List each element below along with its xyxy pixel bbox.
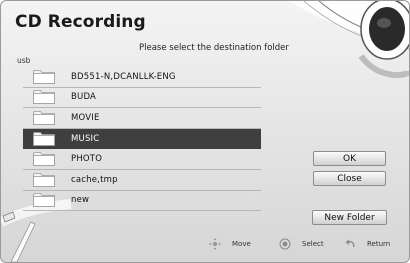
- hint-select-label: Select: [302, 240, 324, 248]
- hint-return-label: Return: [367, 240, 391, 248]
- current-path: usb: [17, 56, 31, 65]
- new-folder-button[interactable]: New Folder: [312, 210, 387, 225]
- enter-icon: [279, 238, 291, 250]
- folder-row-selected[interactable]: MUSIC: [23, 128, 261, 150]
- folder-icon: [33, 90, 55, 105]
- folder-icon: [33, 69, 55, 84]
- folder-icon: [33, 111, 55, 125]
- return-icon: [344, 238, 356, 250]
- folder-row[interactable]: cache,tmp: [23, 170, 261, 191]
- folder-icon: [33, 172, 55, 187]
- hint-select: Select: [279, 237, 324, 251]
- folder-icon: [33, 131, 55, 146]
- folder-name: BD551-N,DCANLLK-ENG: [71, 71, 176, 82]
- folder-row[interactable]: new: [23, 191, 261, 212]
- folder-name: cache,tmp: [71, 174, 118, 185]
- folder-name: MUSIC: [71, 133, 100, 144]
- close-button[interactable]: Close: [313, 171, 386, 186]
- folder-name: PHOTO: [71, 154, 103, 165]
- folder-name: MOVIE: [71, 112, 100, 123]
- folder-icon: [33, 193, 55, 208]
- hint-move-label: Move: [232, 240, 251, 248]
- folder-icon: [33, 152, 55, 167]
- folder-row[interactable]: BUDA: [23, 88, 261, 109]
- ok-button[interactable]: OK: [313, 151, 386, 166]
- folder-name: new: [71, 195, 90, 206]
- dpad-icon: [209, 238, 221, 250]
- hint-return: Return: [344, 237, 390, 251]
- folder-row[interactable]: MOVIE: [23, 108, 261, 129]
- folder-row[interactable]: BD551-N,DCANLLK-ENG: [23, 67, 261, 88]
- cd-recording-dialog: CD Recording Please select the destinati…: [0, 0, 410, 263]
- folder-name: BUDA: [71, 92, 97, 103]
- hint-move: Move: [209, 237, 251, 251]
- folder-list: BD551-N,DCANLLK-ENG BUDA MOVIE MUSIC PHO…: [23, 67, 261, 212]
- folder-row[interactable]: PHOTO: [23, 149, 261, 170]
- instruction-text: Please select the destination folder: [139, 43, 289, 53]
- dialog-title: CD Recording: [15, 12, 146, 32]
